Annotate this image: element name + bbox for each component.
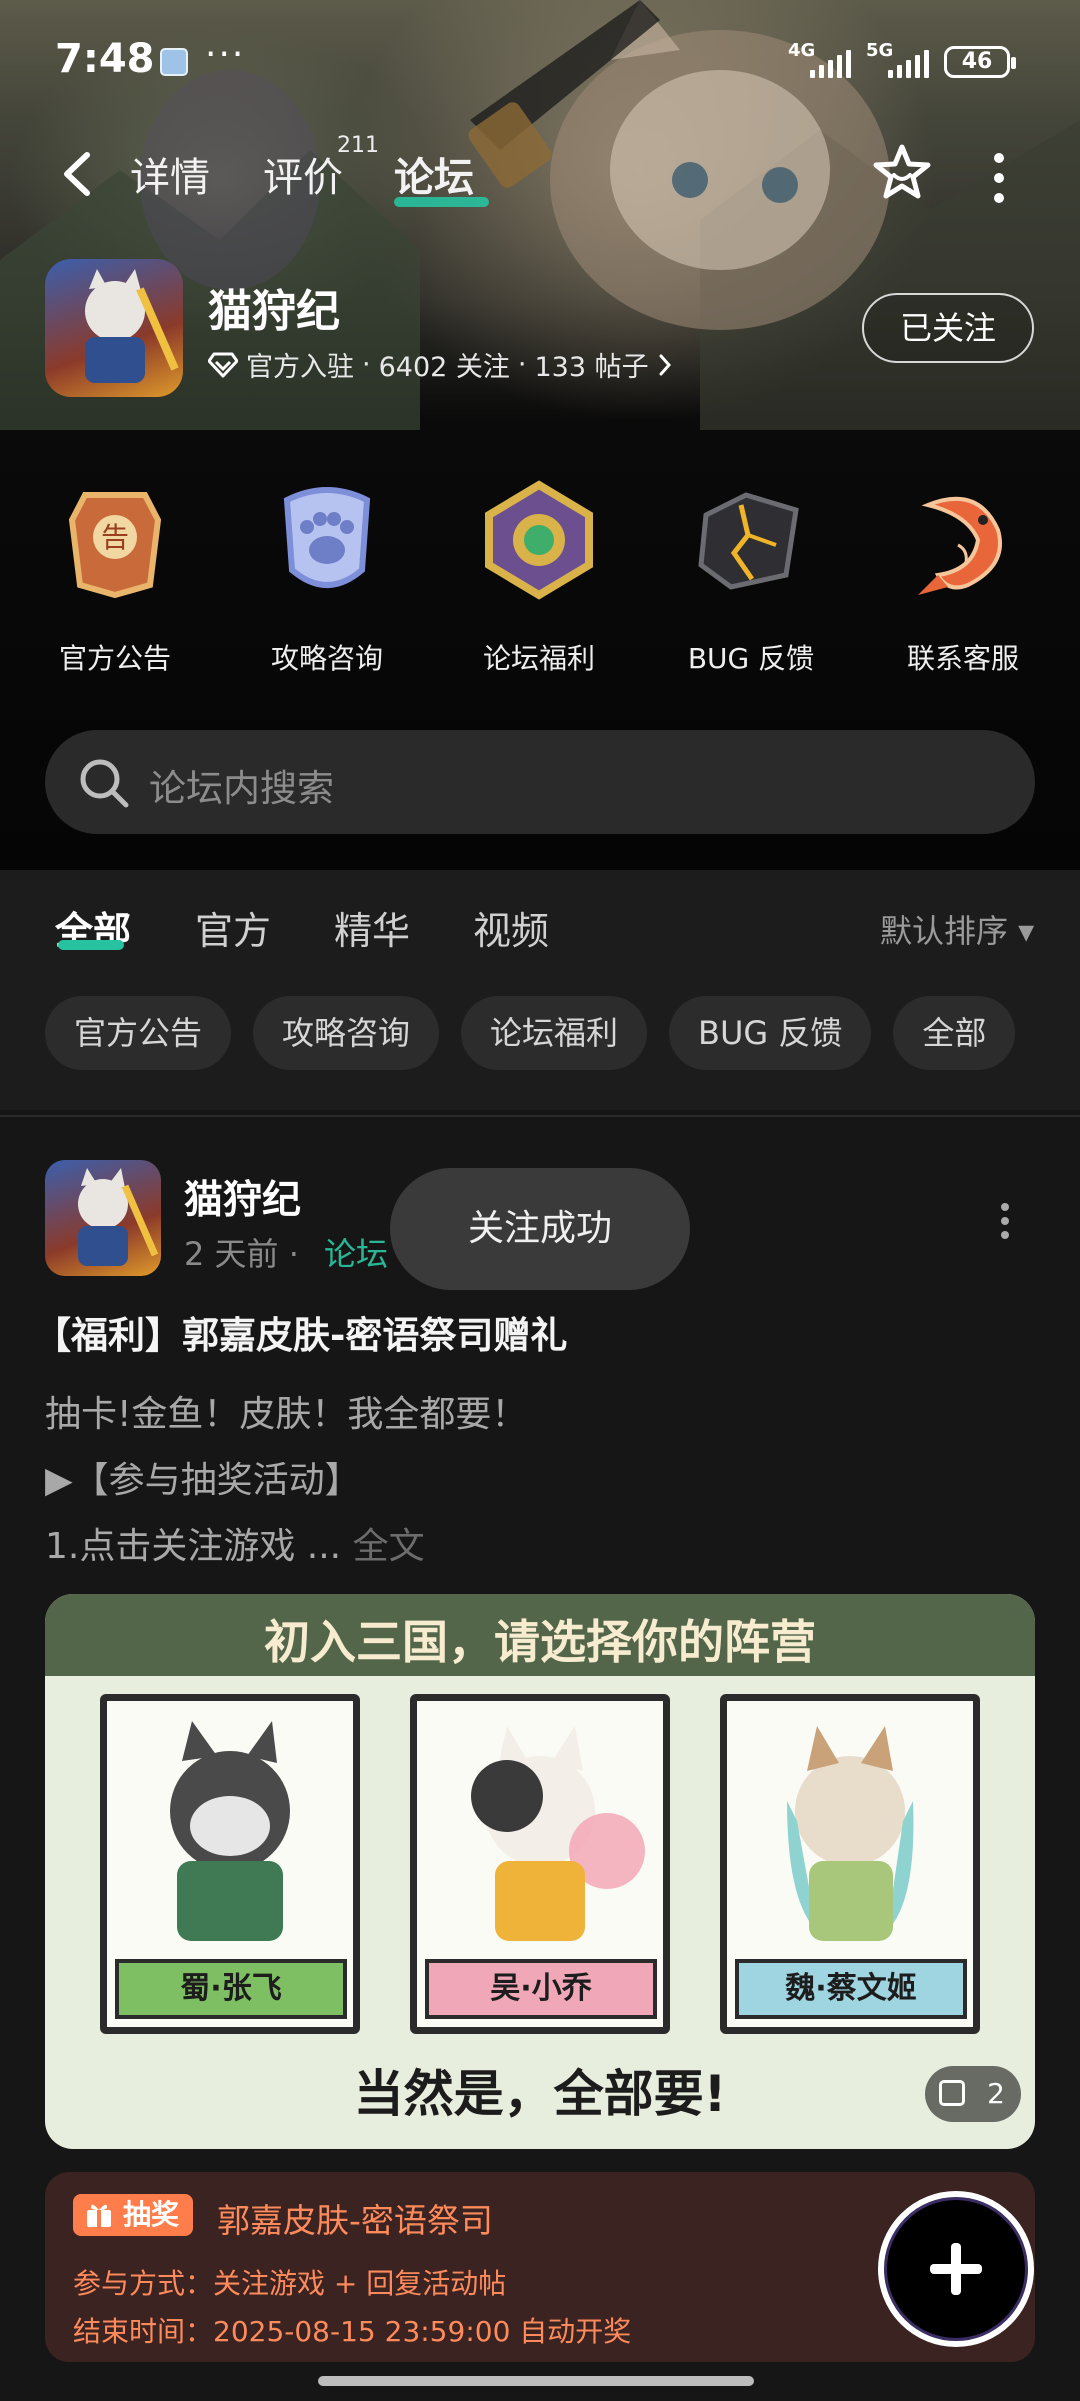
- status-time: 7:48: [55, 36, 155, 82]
- feed-tab-official[interactable]: 官方: [195, 900, 271, 955]
- quick-links: 告 官方公告 攻略咨询 论坛福利 BUG 反馈 联系客服: [0, 475, 1080, 685]
- search-icon: [80, 759, 129, 808]
- follow-button[interactable]: 已关注: [862, 293, 1034, 363]
- cracked-crystal-icon: [698, 492, 799, 590]
- feed-tab-underline: [58, 940, 124, 950]
- lottery-method: 参与方式：关注游戏 + 回复活动帖: [73, 2267, 507, 2300]
- status-bar: 7:48 ··· 4G 5G 46: [0, 0, 1080, 120]
- game-info: 猫狩纪 官方入驻 · 6402 关注 · 133 帖子 已关注: [0, 255, 1080, 405]
- jade-token-icon: [485, 480, 593, 600]
- game-name: 猫狩纪: [208, 286, 340, 337]
- character-card: 蜀·张飞: [100, 1694, 360, 2034]
- status-more-icon: ···: [205, 34, 246, 75]
- signal-4g-icon: 4G: [788, 40, 858, 80]
- verified-diamond-icon: [208, 352, 238, 377]
- game-logo[interactable]: [45, 259, 183, 397]
- tab-forum[interactable]: 论坛: [394, 145, 474, 203]
- chip-benefits[interactable]: 论坛福利: [461, 996, 648, 1070]
- lottery-end-time: 结束时间：2025-08-15 23:59:00 自动开奖: [73, 2315, 632, 2348]
- tab-reviews[interactable]: 评价: [263, 145, 343, 203]
- quick-link-benefits[interactable]: 论坛福利: [449, 475, 629, 677]
- more-menu-icon[interactable]: [985, 153, 1013, 203]
- paw-shield-icon: [283, 487, 371, 588]
- feed-tab-video[interactable]: 视频: [473, 900, 549, 955]
- post-time: 2 天前 ·: [184, 1235, 299, 1273]
- feed-filter-bar: 全部 官方 精华 视频 默认排序 ▾ 官方公告 攻略咨询 论坛福利 BUG 反馈…: [0, 870, 1080, 1110]
- post-author[interactable]: 猫狩纪: [184, 1169, 301, 1225]
- signal-5g-icon: 5G: [866, 40, 936, 80]
- sort-dropdown[interactable]: 默认排序 ▾: [880, 906, 1034, 952]
- read-more-link[interactable]: 全文: [353, 1526, 425, 1567]
- category-chips: 官方公告 攻略咨询 论坛福利 BUG 反馈 全部: [45, 996, 1016, 1070]
- game-meta[interactable]: 官方入驻 · 6402 关注 · 133 帖子: [208, 345, 673, 384]
- official-label: 官方入驻: [246, 352, 354, 383]
- forum-search[interactable]: 论坛内搜索: [45, 730, 1035, 834]
- followers-count: 6402 关注: [378, 352, 510, 383]
- top-nav: 详情 评价 211 论坛: [0, 125, 1080, 225]
- image-header-band: 初入三国，请选择你的阵营: [45, 1594, 1035, 1676]
- character-card: 魏·蔡文姬: [720, 1694, 980, 2034]
- author-avatar[interactable]: [45, 1160, 161, 1276]
- post-image[interactable]: 初入三国，请选择你的阵营 蜀·张飞 吴·小乔 魏·蔡文姬 当然是，全部要! 2: [45, 1594, 1035, 2149]
- back-arrow-icon[interactable]: [55, 149, 101, 199]
- character-card: 吴·小乔: [410, 1694, 670, 2034]
- character-label: 吴·小乔: [425, 1959, 657, 2019]
- post-forum-link[interactable]: 论坛: [324, 1229, 388, 1275]
- gallery-notification-icon: [160, 48, 188, 76]
- quick-link-announcement[interactable]: 告 官方公告: [25, 475, 205, 677]
- post-excerpt-line: ▶【参与抽奖活动】: [45, 1460, 361, 1501]
- character-label: 魏·蔡文姬: [735, 1959, 967, 2019]
- lottery-title: 郭嘉皮肤-密语祭司: [217, 2201, 493, 2240]
- image-footer-text: 当然是，全部要!: [353, 2065, 727, 2123]
- search-placeholder: 论坛内搜索: [149, 767, 334, 810]
- quick-link-bug-report[interactable]: BUG 反馈: [661, 475, 841, 677]
- posts-count: 133 帖子: [534, 352, 649, 383]
- forum-header: 7:48 ··· 4G 5G 46 详情 评价 211 论坛 猫狩纪 官方入驻 …: [0, 0, 1080, 870]
- create-post-button[interactable]: [878, 2191, 1034, 2347]
- image-count-badge: 2: [925, 2066, 1021, 2122]
- chip-guide[interactable]: 攻略咨询: [253, 996, 440, 1070]
- gift-icon: [87, 2204, 111, 2227]
- battery-icon: 46: [944, 46, 1016, 78]
- feed-tab-featured[interactable]: 精华: [334, 900, 410, 955]
- lottery-badge: 抽奖: [73, 2194, 194, 2236]
- tab-details[interactable]: 详情: [130, 145, 210, 203]
- tab-forum-underline: [394, 197, 489, 207]
- reviews-count: 211: [337, 133, 379, 158]
- home-indicator[interactable]: [318, 2376, 754, 2386]
- announcement-badge-icon: 告: [68, 492, 162, 599]
- koi-fish-icon: [918, 496, 1002, 595]
- post-excerpt-line: 抽卡!金鱼！皮肤！我全都要！: [45, 1394, 528, 1435]
- post-more-icon[interactable]: [996, 1203, 1014, 1243]
- quick-link-guide[interactable]: 攻略咨询: [237, 475, 417, 677]
- post-title[interactable]: 【福利】郭嘉皮肤-密语祭司赠礼: [34, 1305, 567, 1359]
- quick-link-customer-service[interactable]: 联系客服: [873, 475, 1053, 677]
- favorite-star-icon[interactable]: [870, 141, 934, 205]
- chip-all[interactable]: 全部: [893, 996, 1016, 1070]
- follow-success-toast: 关注成功: [390, 1168, 690, 1290]
- chip-announcement[interactable]: 官方公告: [45, 996, 232, 1070]
- chevron-right-icon: [659, 354, 671, 375]
- character-label: 蜀·张飞: [115, 1959, 347, 2019]
- chip-bug-report[interactable]: BUG 反馈: [669, 996, 872, 1070]
- post-excerpt-line: 1.点击关注游戏 ... 全文: [45, 1526, 425, 1567]
- svg-text:告: 告: [101, 521, 129, 554]
